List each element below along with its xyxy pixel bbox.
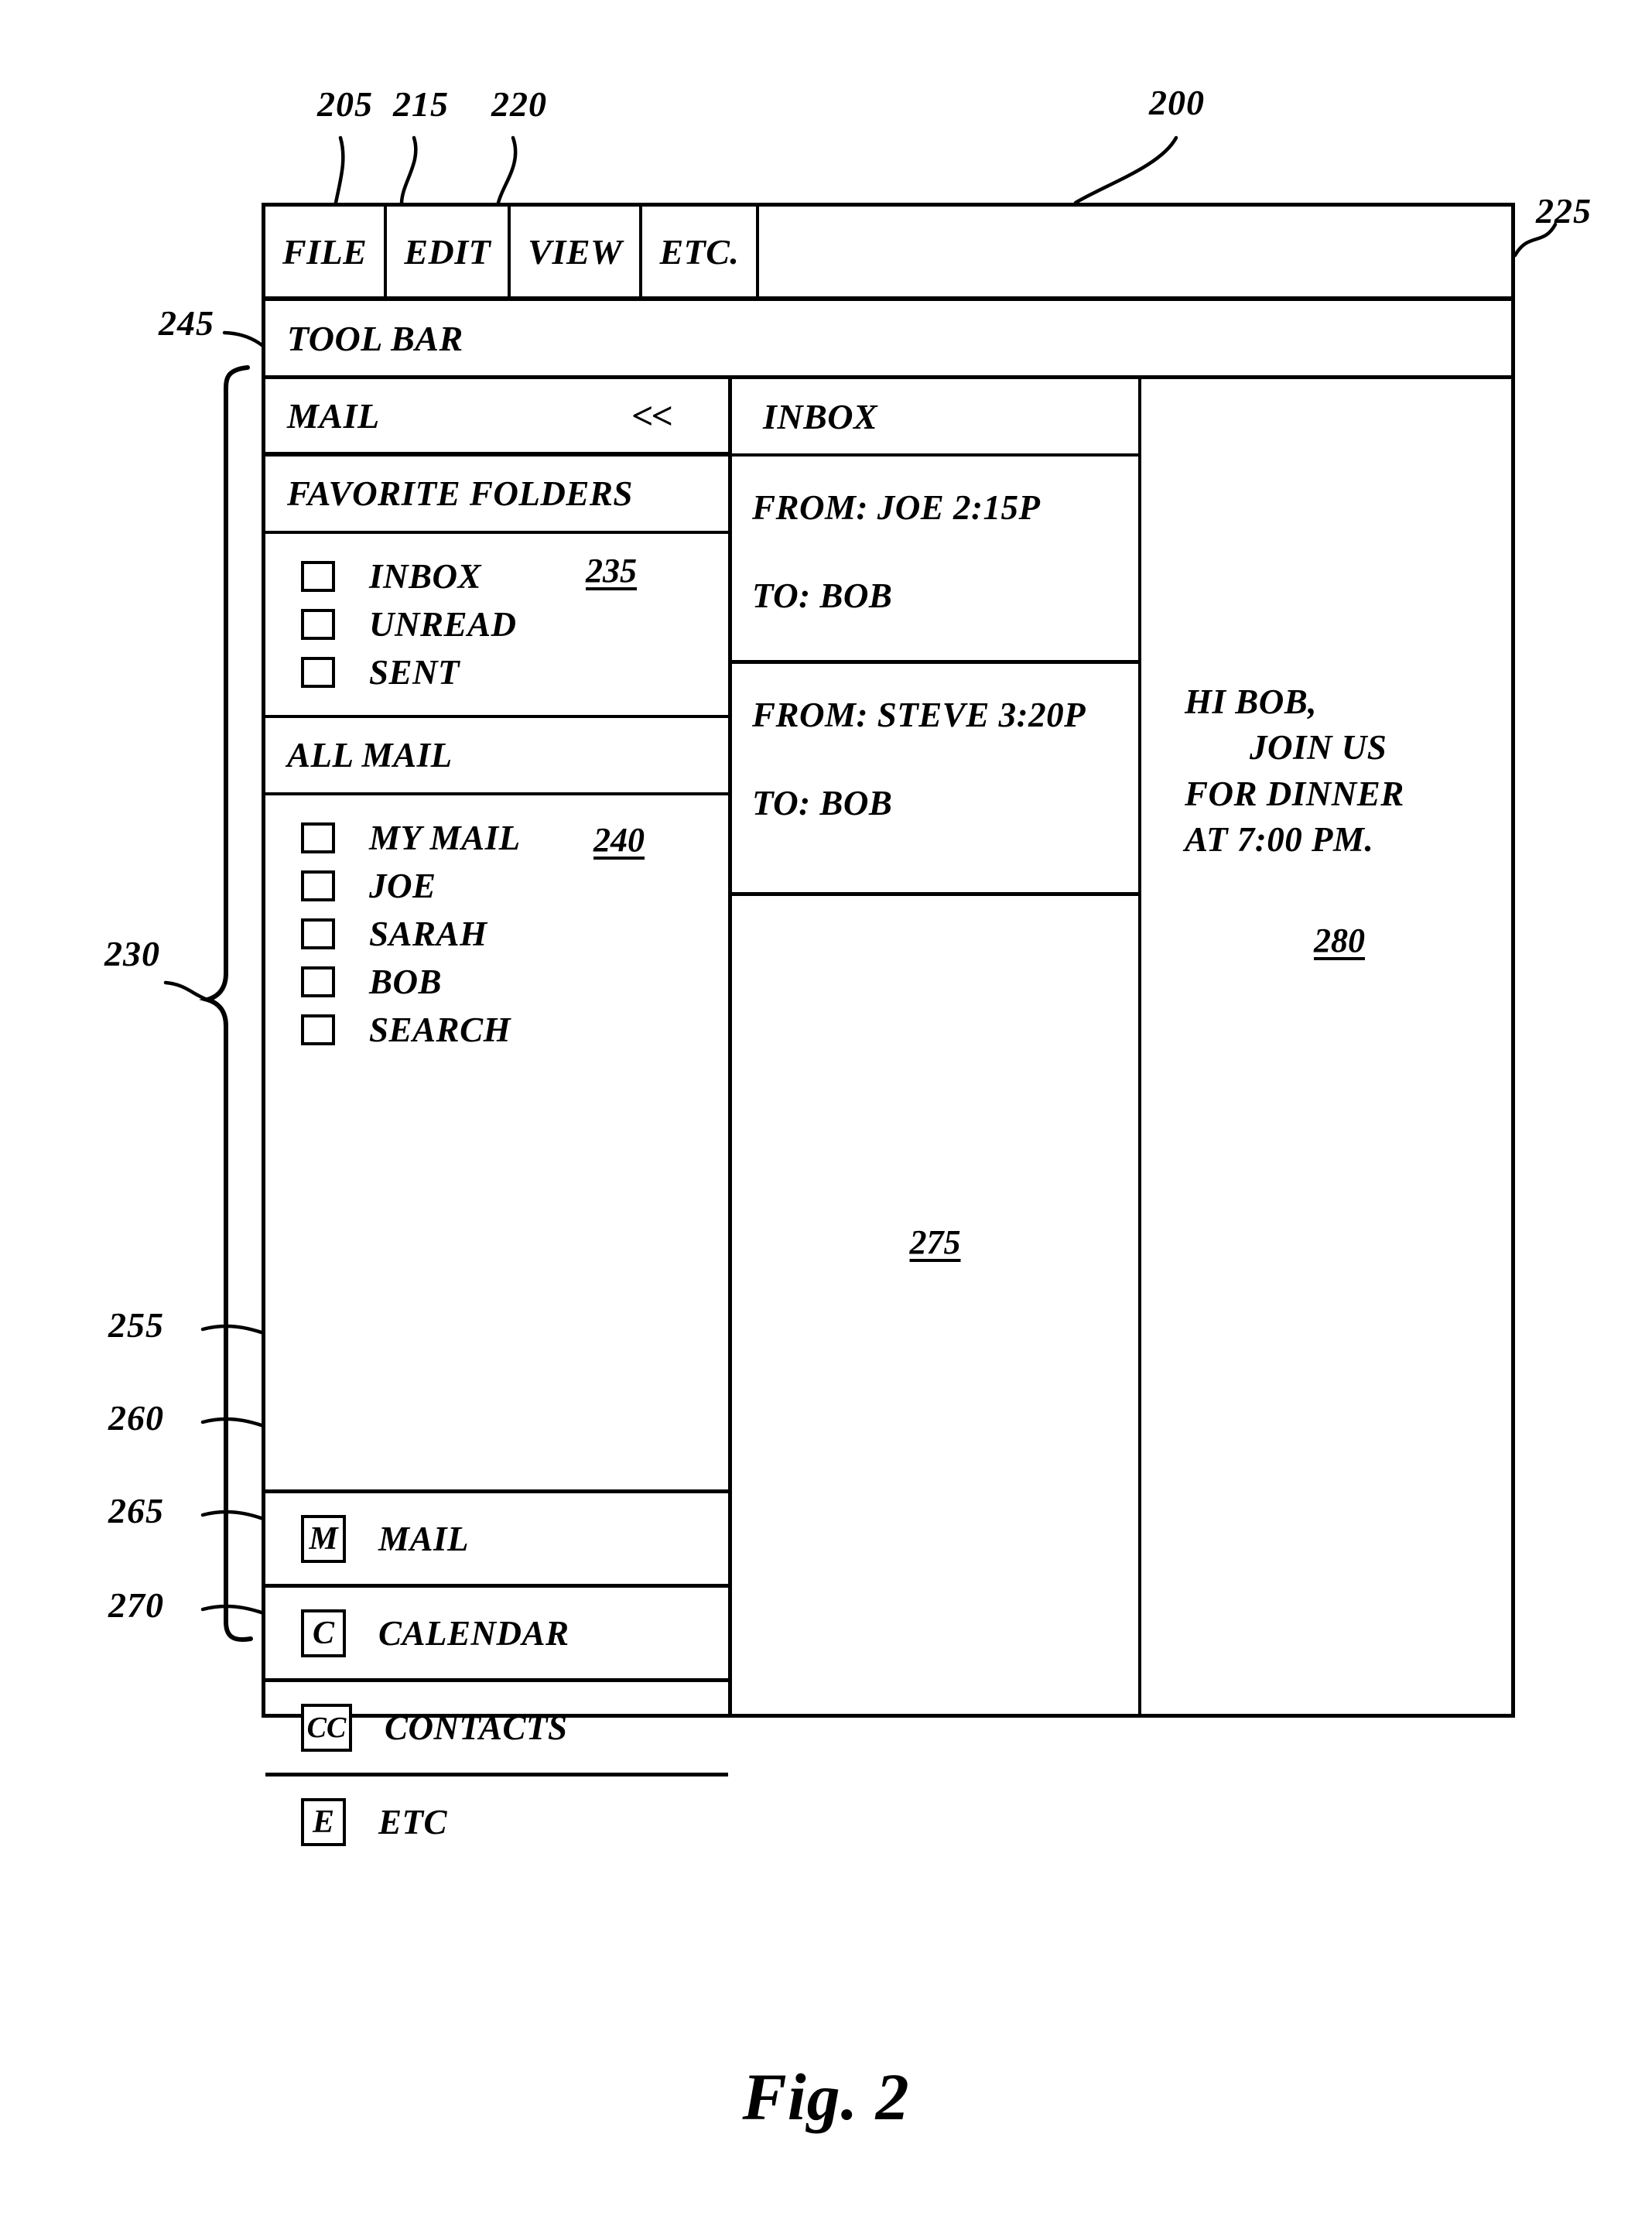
ref-200: 200: [1149, 83, 1205, 122]
ref-270: 270: [108, 1585, 164, 1625]
module-button-calendar[interactable]: C CALENDAR: [265, 1584, 728, 1678]
ref-280: 280: [1314, 922, 1365, 959]
sidebar-item-inbox-label: INBOX: [369, 557, 482, 596]
section-header-all-mail: ALL MAIL: [265, 718, 728, 795]
menu-item-view[interactable]: VIEW: [511, 207, 643, 296]
ref-235: 235: [586, 552, 637, 590]
sidebar-item-sent-label: SENT: [369, 653, 460, 692]
module-switcher: M MAIL C CALENDAR CC CONTACTS E ETC: [265, 1489, 728, 1867]
checkbox-icon[interactable]: [301, 822, 335, 853]
checkbox-icon[interactable]: [301, 870, 335, 901]
figure-canvas: 205 215 220 200 225 245 250 230 255 260 …: [0, 0, 1652, 2233]
ref-205: 205: [317, 84, 373, 124]
calendar-module-icon-letter: C: [312, 1615, 334, 1651]
menu-item-etc[interactable]: ETC.: [642, 207, 760, 296]
etc-module-icon: E: [301, 1797, 346, 1846]
all-mail-group: 240 MY MAIL JOE SARAH BOB SEARCH: [265, 795, 728, 1072]
message-from: FROM: JOE 2:15P: [752, 488, 1041, 527]
sidebar-item-sarah-label: SARAH: [369, 915, 487, 953]
tool-bar-label: TOOL BAR: [287, 318, 463, 358]
mail-module-icon: M: [301, 1514, 346, 1563]
favorite-folders-group: 235 INBOX UNREAD SENT: [265, 534, 728, 718]
menu-item-etc-label: ETC.: [659, 231, 740, 272]
module-button-etc[interactable]: E ETC: [265, 1773, 728, 1867]
message-body-line: JOIN US: [1250, 728, 1387, 768]
sidebar-item-search-label: SEARCH: [369, 1010, 511, 1049]
mail-module-icon-letter: M: [309, 1520, 338, 1557]
section-header-favorite-folders-label: FAVORITE FOLDERS: [287, 474, 633, 513]
message-to: TO: BOB: [752, 784, 893, 822]
navigation-pane-title: MAIL: [287, 395, 380, 436]
menu-item-view-label: VIEW: [528, 231, 623, 272]
sidebar-item-sarah[interactable]: SARAH: [265, 910, 728, 958]
etc-module-icon-letter: E: [312, 1804, 334, 1840]
checkbox-icon[interactable]: [301, 657, 335, 688]
message-body-line: FOR DINNER: [1185, 774, 1404, 813]
calendar-module-icon: C: [301, 1609, 346, 1657]
menu-item-file[interactable]: FILE: [265, 207, 388, 296]
module-button-mail-label: MAIL: [378, 1519, 470, 1558]
application-window: FILE EDIT VIEW ETC. TOOL BAR MAIL << FAV…: [262, 203, 1515, 1846]
sidebar-item-search[interactable]: SEARCH: [265, 1006, 728, 1054]
menu-item-edit-label: EDIT: [404, 231, 491, 272]
message-list-header-label: INBOX: [763, 396, 878, 436]
checkbox-icon[interactable]: [301, 918, 335, 949]
message-list-item[interactable]: FROM: STEVE 3:20P TO: BOB: [732, 664, 1138, 896]
ref-240: 240: [593, 821, 645, 859]
module-button-contacts-label: CONTACTS: [385, 1708, 568, 1747]
message-body: HI BOB, JOIN US FOR DINNER AT 7:00 PM.: [1185, 679, 1494, 863]
menu-item-file-label: FILE: [282, 231, 368, 272]
ref-220: 220: [491, 84, 547, 124]
message-list-item[interactable]: FROM: JOE 2:15P TO: BOB: [732, 457, 1138, 664]
message-list-pane: INBOX FROM: JOE 2:15P TO: BOB FROM: STEV…: [732, 379, 1141, 1714]
checkbox-icon[interactable]: [301, 966, 335, 997]
ref-225: 225: [1536, 191, 1592, 231]
menu-bar: FILE EDIT VIEW ETC.: [265, 207, 1511, 301]
checkbox-icon[interactable]: [301, 561, 335, 592]
sidebar-item-bob-label: BOB: [369, 963, 443, 1001]
module-button-mail[interactable]: M MAIL: [265, 1489, 728, 1584]
sidebar-item-my-mail-label: MY MAIL: [369, 819, 521, 857]
reading-pane: HI BOB, JOIN US FOR DINNER AT 7:00 PM. 2…: [1141, 379, 1511, 1714]
section-header-favorite-folders: FAVORITE FOLDERS: [265, 457, 728, 534]
ref-265: 265: [108, 1491, 164, 1530]
message-body-line: AT 7:00 PM.: [1185, 820, 1374, 860]
contacts-module-icon: CC: [301, 1703, 352, 1752]
ref-255: 255: [108, 1305, 164, 1345]
message-to: TO: BOB: [752, 576, 893, 615]
sidebar-item-bob[interactable]: BOB: [265, 958, 728, 1006]
section-header-all-mail-label: ALL MAIL: [287, 736, 453, 775]
module-button-calendar-label: CALENDAR: [378, 1613, 569, 1653]
sidebar-item-sent[interactable]: SENT: [265, 648, 728, 696]
ref-230: 230: [104, 934, 160, 973]
sidebar-item-joe-label: JOE: [369, 867, 436, 905]
navigation-pane: MAIL << FAVORITE FOLDERS 235 INBOX UNREA…: [265, 379, 732, 1846]
navigation-pane-header: MAIL <<: [265, 379, 728, 457]
checkbox-icon[interactable]: [301, 1014, 335, 1045]
panes-container: MAIL << FAVORITE FOLDERS 235 INBOX UNREA…: [265, 379, 1511, 1846]
ref-275: 275: [909, 1223, 961, 1261]
sidebar-item-joe[interactable]: JOE: [265, 862, 728, 910]
sidebar-item-inbox[interactable]: INBOX: [265, 552, 728, 600]
message-body-line: HI BOB,: [1185, 682, 1318, 721]
checkbox-icon[interactable]: [301, 609, 335, 640]
message-list-header: INBOX: [732, 379, 1138, 457]
ref-260: 260: [108, 1398, 164, 1438]
module-button-etc-label: ETC: [378, 1802, 448, 1841]
contacts-module-icon-letter: CC: [306, 1711, 347, 1744]
message-from: FROM: STEVE 3:20P: [752, 696, 1086, 734]
sidebar-item-my-mail[interactable]: MY MAIL: [265, 814, 728, 862]
collapse-pane-icon[interactable]: <<: [631, 393, 673, 438]
tool-bar[interactable]: TOOL BAR: [265, 301, 1511, 379]
menu-bar-empty-area: [759, 207, 1511, 296]
ref-215: 215: [393, 84, 449, 124]
menu-item-edit[interactable]: EDIT: [387, 207, 511, 296]
sidebar-item-unread-label: UNREAD: [369, 605, 517, 644]
module-button-contacts[interactable]: CC CONTACTS: [265, 1678, 728, 1773]
sidebar-item-unread[interactable]: UNREAD: [265, 600, 728, 648]
figure-caption: Fig. 2: [742, 2060, 910, 2134]
ref-245: 245: [159, 303, 214, 343]
